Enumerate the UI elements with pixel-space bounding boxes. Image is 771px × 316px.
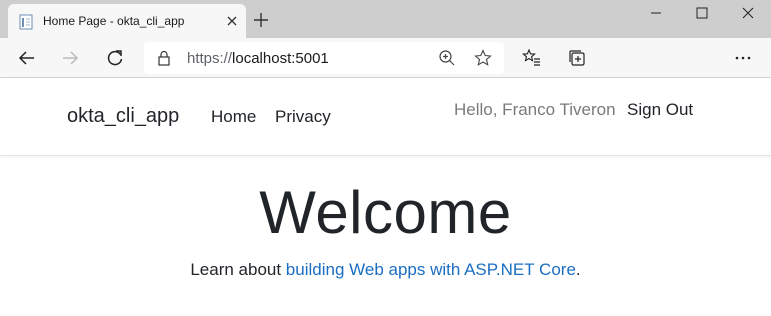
site-navbar: okta_cli_app Home Privacy Hello, Franco … xyxy=(0,78,771,156)
close-window-icon[interactable] xyxy=(725,0,771,26)
maximize-icon[interactable] xyxy=(679,0,725,26)
star-icon[interactable] xyxy=(474,49,492,67)
brand-link[interactable]: okta_cli_app xyxy=(67,105,179,128)
aspnet-docs-link[interactable]: building Web apps with ASP.NET Core xyxy=(286,260,576,279)
sign-out-link[interactable]: Sign Out xyxy=(627,100,693,120)
page-icon xyxy=(19,14,33,30)
lock-icon[interactable] xyxy=(156,49,172,67)
url-text[interactable]: https://localhost:5001 xyxy=(187,50,329,67)
url-host: localhost:5001 xyxy=(232,50,329,67)
collections-icon[interactable] xyxy=(567,48,587,68)
close-icon[interactable] xyxy=(224,13,240,29)
browser-toolbar: https://localhost:5001 xyxy=(0,38,771,78)
plus-icon[interactable] xyxy=(252,11,270,29)
back-arrow-icon[interactable] xyxy=(17,48,37,68)
more-icon[interactable] xyxy=(733,48,753,68)
browser-tab[interactable]: Home Page - okta_cli_app xyxy=(8,4,246,38)
page-title: Welcome xyxy=(259,179,512,246)
learn-prefix: Learn about xyxy=(190,260,286,279)
minimize-icon[interactable] xyxy=(633,0,679,26)
zoom-icon[interactable] xyxy=(438,49,456,67)
forward-arrow-icon[interactable] xyxy=(60,48,80,68)
user-greeting: Hello, Franco Tiveron xyxy=(454,100,616,119)
favorites-icon[interactable] xyxy=(522,48,542,68)
nav-link-home[interactable]: Home xyxy=(211,107,256,127)
learn-text: Learn about building Web apps with ASP.N… xyxy=(0,260,771,280)
browser-title-bar: Home Page - okta_cli_app xyxy=(0,0,771,38)
refresh-icon[interactable] xyxy=(105,48,125,68)
tab-title: Home Page - okta_cli_app xyxy=(43,14,185,28)
url-prefix: https:// xyxy=(187,50,233,67)
learn-suffix: . xyxy=(575,260,581,279)
address-bar[interactable]: https://localhost:5001 xyxy=(144,42,504,74)
nav-link-privacy[interactable]: Privacy xyxy=(275,107,331,127)
